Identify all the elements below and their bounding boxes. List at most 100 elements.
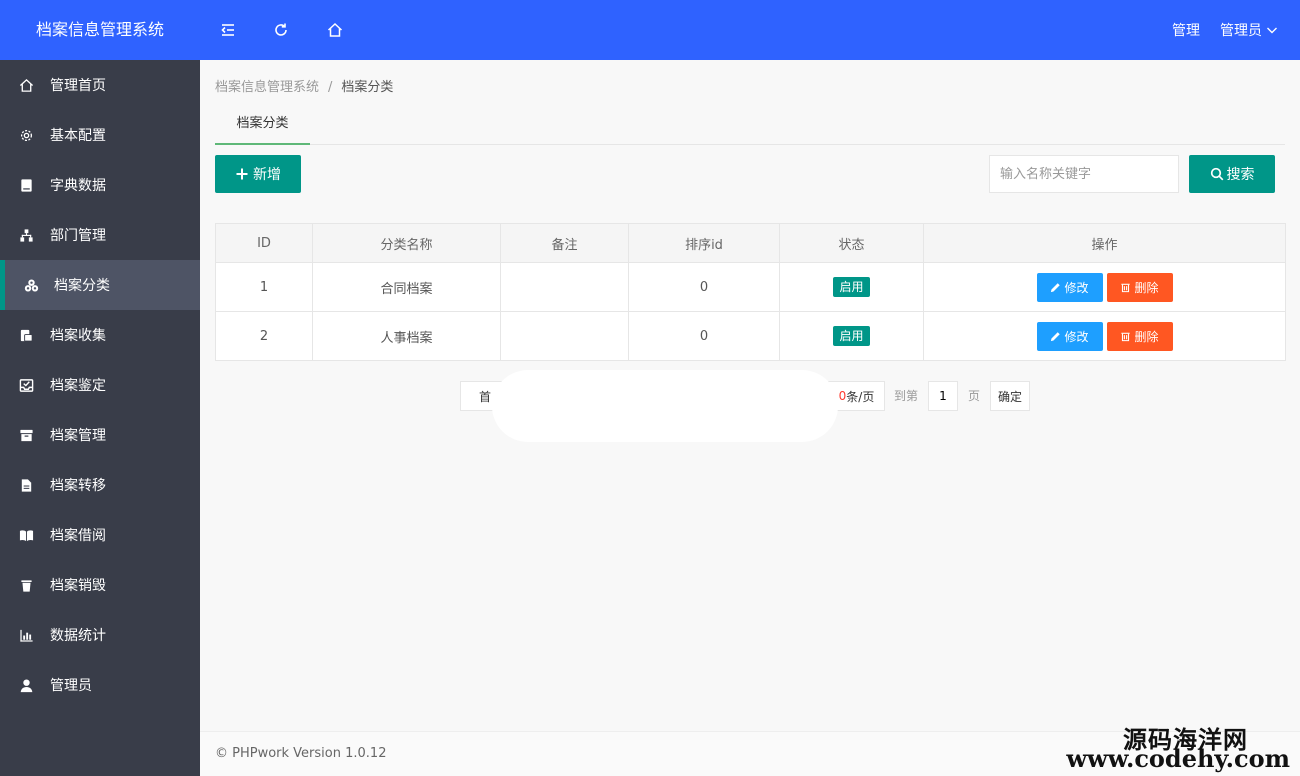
file-icon (18, 477, 34, 493)
search-button-label: 搜索 (1226, 167, 1255, 183)
user-name: 管理员 (1220, 23, 1262, 39)
edit-button[interactable]: 修改 (1036, 272, 1103, 302)
sidebar-item-appraise[interactable]: 档案鉴定 (0, 360, 200, 410)
org-icon (18, 227, 34, 243)
cell-id: 2 (215, 311, 313, 361)
sidebar-item-label: 档案鉴定 (50, 378, 106, 394)
user-menu[interactable]: 管理员 (1220, 20, 1278, 40)
sidebar-item-archive-manage[interactable]: 档案管理 (0, 410, 200, 460)
edit-button-label: 修改 (1064, 329, 1089, 344)
trash-icon (1121, 283, 1131, 292)
cell-actions: 修改 删除 (923, 311, 1286, 361)
cell-status: 启用 (779, 262, 924, 312)
delete-button-label: 删除 (1134, 329, 1159, 344)
header-right: 管理 管理员 (1172, 0, 1278, 60)
sidebar: 管理首页 基本配置 字典数据 部门管理 档案分类 档案收集 档案鉴定 档案管理 … (0, 60, 200, 776)
sidebar-item-label: 字典数据 (50, 178, 106, 194)
edit-button[interactable]: 修改 (1036, 321, 1103, 351)
breadcrumb-separator: / (328, 80, 333, 95)
collapse-sidebar-icon[interactable] (216, 18, 240, 42)
delete-button[interactable]: 删除 (1106, 272, 1173, 302)
user-icon (18, 677, 34, 693)
sidebar-item-label: 档案收集 (50, 328, 106, 344)
gear-icon (18, 127, 34, 143)
sidebar-item-collect[interactable]: 档案收集 (0, 310, 200, 360)
sidebar-item-destroy[interactable]: 档案销毁 (0, 560, 200, 610)
add-button-label: 新增 (253, 167, 281, 183)
cell-sort: 0 (628, 311, 780, 361)
col-header-name: 分类名称 (312, 223, 501, 263)
open-book-icon (18, 527, 34, 543)
delete-button-label: 删除 (1134, 280, 1159, 295)
cell-name: 人事档案 (312, 311, 501, 361)
top-header: 档案信息管理系统 管理 管理员 (0, 0, 1300, 60)
page-suffix-label: 页 (968, 389, 981, 403)
book-icon (18, 177, 34, 193)
cell-name: 合同档案 (312, 262, 501, 312)
first-page-label: 首 (478, 389, 491, 404)
search-input[interactable] (989, 155, 1179, 193)
chevron-down-icon (1267, 27, 1277, 34)
footer-version: © PHPwork Version 1.0.12 (215, 746, 387, 761)
status-badge: 启用 (833, 277, 870, 297)
inbox-check-icon (18, 377, 34, 393)
col-header-id: ID (215, 223, 313, 263)
archive-icon (18, 427, 34, 443)
edit-button-label: 修改 (1064, 280, 1089, 295)
table-header-row: ID 分类名称 备注 排序id 状态 操作 (215, 223, 1286, 263)
col-header-status: 状态 (779, 223, 924, 263)
sidebar-item-department[interactable]: 部门管理 (0, 210, 200, 260)
confirm-page-label: 确定 (997, 389, 1022, 404)
cell-remark (500, 262, 629, 312)
tab-bar: 档案分类 (215, 104, 1285, 145)
sidebar-item-label: 档案销毁 (50, 578, 106, 594)
home-icon[interactable] (323, 18, 347, 42)
sidebar-item-label: 档案管理 (50, 428, 106, 444)
sidebar-item-dictionary[interactable]: 字典数据 (0, 160, 200, 210)
sidebar-item-archive-category[interactable]: 档案分类 (0, 260, 200, 310)
trash-icon (18, 577, 34, 593)
sidebar-item-label: 管理首页 (50, 78, 106, 94)
home-icon (18, 77, 34, 93)
add-button[interactable]: 新增 (215, 155, 301, 193)
sidebar-item-config[interactable]: 基本配置 (0, 110, 200, 160)
col-header-remark: 备注 (500, 223, 629, 263)
redaction-blot (492, 370, 838, 442)
bar-chart-icon (18, 627, 34, 643)
col-header-actions: 操作 (923, 223, 1286, 263)
search-icon (1210, 167, 1223, 181)
page-size-digit: 0 (838, 389, 847, 403)
sidebar-item-label: 档案转移 (50, 478, 106, 494)
collect-icon (18, 327, 34, 343)
trash-icon (1121, 332, 1131, 341)
sidebar-item-borrow[interactable]: 档案借阅 (0, 510, 200, 560)
sidebar-item-label: 档案分类 (54, 278, 110, 294)
plus-icon (236, 168, 248, 180)
sidebar-item-transfer[interactable]: 档案转移 (0, 460, 200, 510)
breadcrumb: 档案信息管理系统 / 档案分类 (215, 76, 393, 95)
sidebar-item-home[interactable]: 管理首页 (0, 60, 200, 110)
table-row: 1 合同档案 0 启用 修改 删除 (215, 262, 1286, 312)
manage-menu[interactable]: 管理 (1172, 20, 1200, 40)
sidebar-item-label: 管理员 (50, 678, 92, 694)
cubes-icon (23, 277, 39, 293)
sidebar-item-admin[interactable]: 管理员 (0, 660, 200, 710)
watermark: 源码海洋网 www.codehy.com (1066, 718, 1294, 776)
page-size-suffix: 条/页 (846, 389, 875, 404)
delete-button[interactable]: 删除 (1106, 321, 1173, 351)
refresh-icon[interactable] (269, 18, 293, 42)
cell-remark (500, 311, 629, 361)
watermark-url: www.codehy.com (1066, 744, 1290, 773)
sidebar-item-label: 数据统计 (50, 628, 106, 644)
cell-actions: 修改 删除 (923, 262, 1286, 312)
sidebar-item-statistics[interactable]: 数据统计 (0, 610, 200, 660)
sidebar-item-label: 档案借阅 (50, 528, 106, 544)
search-button[interactable]: 搜索 (1189, 155, 1275, 193)
confirm-page-button[interactable]: 确定 (990, 381, 1030, 411)
tab-archive-category[interactable]: 档案分类 (215, 104, 310, 145)
breadcrumb-root[interactable]: 档案信息管理系统 (215, 80, 319, 95)
pencil-icon (1051, 331, 1061, 341)
page-number-input[interactable] (928, 381, 958, 411)
category-table: ID 分类名称 备注 排序id 状态 操作 1 合同档案 0 启用 修改 删除 … (215, 223, 1286, 361)
table-row: 2 人事档案 0 启用 修改 删除 (215, 311, 1286, 361)
